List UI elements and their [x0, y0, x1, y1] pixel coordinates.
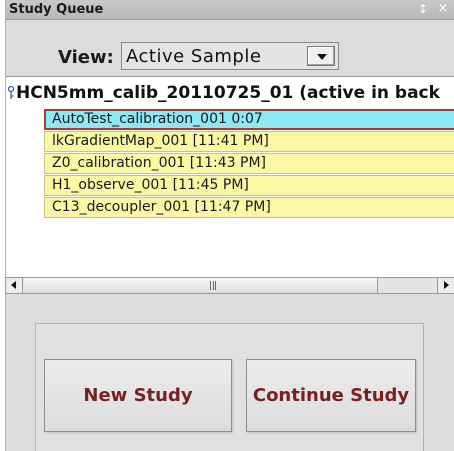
- tree-root-node[interactable]: HCN5mm_calib_20110725_01 (active in back: [6, 82, 454, 104]
- view-label: View:: [58, 47, 114, 68]
- tree-root-label: HCN5mm_calib_20110725_01 (active in back: [16, 83, 440, 103]
- tree-key-icon: [7, 86, 15, 99]
- pin-icon[interactable]: ↕: [415, 1, 431, 17]
- queue-item[interactable]: Z0_calibration_001 [11:43 PM]: [44, 153, 454, 174]
- arrow-left-icon: [11, 281, 16, 289]
- scrollbar-thumb[interactable]: [24, 278, 378, 293]
- dropdown-arrow-button[interactable]: [307, 46, 335, 66]
- queue-item[interactable]: AutoTest_calibration_001 0:07: [44, 109, 454, 130]
- arrow-right-icon: [444, 281, 449, 289]
- chevron-down-icon: [317, 54, 327, 60]
- study-tree[interactable]: HCN5mm_calib_20110725_01 (active in back…: [6, 76, 454, 277]
- close-icon[interactable]: ×: [435, 1, 451, 17]
- new-study-button[interactable]: New Study: [44, 359, 232, 432]
- scroll-left-button[interactable]: [6, 278, 23, 293]
- scroll-right-button[interactable]: [437, 278, 454, 293]
- continue-study-button[interactable]: Continue Study: [246, 359, 416, 432]
- action-button-area: New Study Continue Study: [35, 323, 424, 451]
- panel-titlebar: Study Queue ↕ ×: [6, 0, 454, 20]
- view-dropdown-value: Active Sample: [126, 46, 262, 67]
- horizontal-scrollbar[interactable]: [5, 277, 454, 294]
- grip-icon: [210, 281, 216, 290]
- queue-items: AutoTest_calibration_001 0:07 lkGradient…: [44, 109, 454, 219]
- queue-item[interactable]: lkGradientMap_001 [11:41 PM]: [44, 131, 454, 152]
- queue-item[interactable]: H1_observe_001 [11:45 PM]: [44, 175, 454, 196]
- view-dropdown[interactable]: Active Sample: [121, 42, 339, 70]
- panel-title: Study Queue: [9, 2, 104, 17]
- queue-item[interactable]: C13_decoupler_001 [11:47 PM]: [44, 197, 454, 218]
